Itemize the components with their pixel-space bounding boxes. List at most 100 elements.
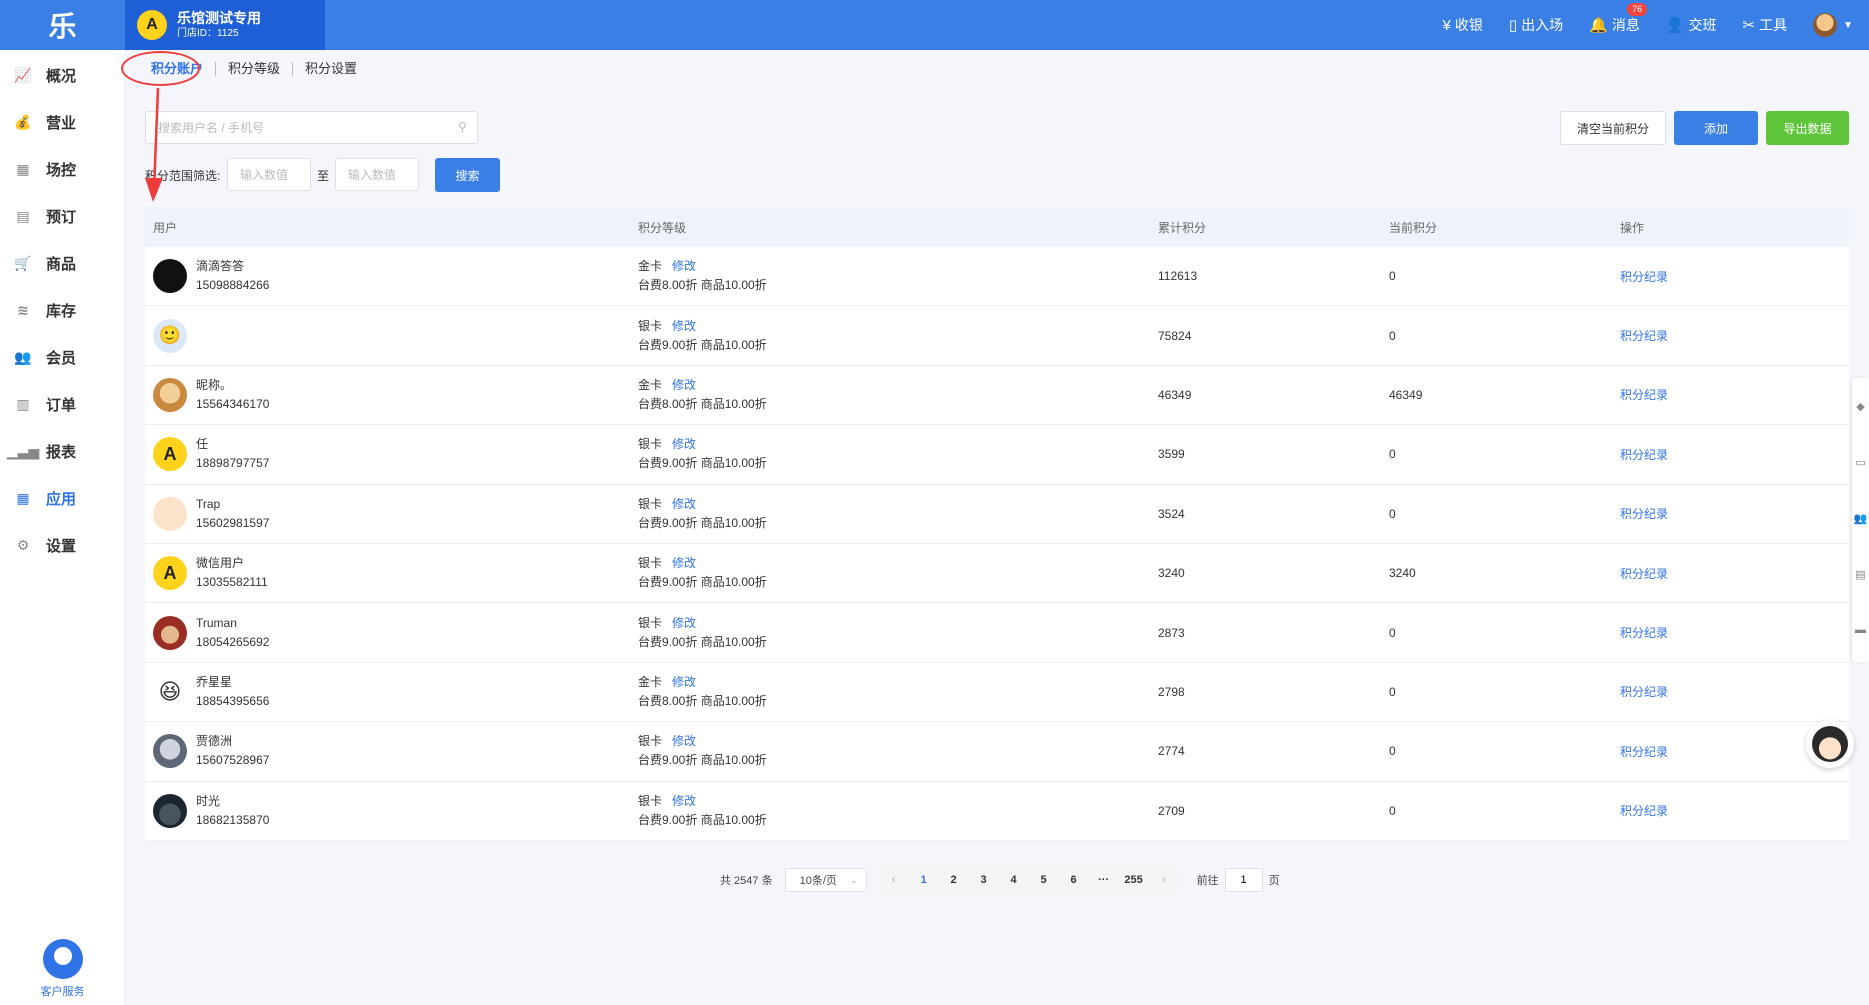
edit-level-link[interactable]: 修改	[672, 378, 696, 392]
header-total: 累计积分	[1158, 220, 1207, 235]
points-record-link[interactable]: 积分纪录	[1620, 270, 1668, 284]
messages-button[interactable]: 🔔 消息 76	[1589, 3, 1648, 35]
clear-points-button[interactable]: 清空当前积分	[1560, 111, 1666, 145]
cell-level: 金卡 修改 台费8.00折 商品10.00折	[638, 257, 1158, 295]
points-record-link[interactable]: 积分纪录	[1620, 448, 1668, 462]
tools-button[interactable]: ✂ 工具	[1743, 15, 1788, 35]
page-number[interactable]: 1	[908, 868, 939, 892]
sidebar-item-order[interactable]: ▥ 订单	[0, 381, 124, 428]
monitor-icon[interactable]: ▭	[1852, 434, 1869, 490]
members-icon: 👥	[14, 349, 32, 365]
points-record-link[interactable]: 积分纪录	[1620, 745, 1668, 759]
search-button[interactable]: 搜索	[435, 158, 500, 192]
sidebar-item-stock[interactable]: ≋ 库存	[0, 287, 124, 334]
user-menu[interactable]: ▼	[1813, 13, 1853, 37]
points-record-link[interactable]: 积分纪录	[1620, 567, 1668, 581]
cart-icon: 🛒	[14, 255, 32, 271]
sidebar-item-member[interactable]: 👥 会员	[0, 334, 124, 381]
assistant-avatar-icon	[1812, 726, 1848, 762]
cashier-button[interactable]: ¥ 收银	[1443, 15, 1483, 35]
user-name: 贾德洲	[196, 734, 233, 749]
members-icon[interactable]: 👥	[1852, 490, 1869, 546]
points-record-link[interactable]: 积分纪录	[1620, 685, 1668, 699]
table-row: 🙂 银卡 修改 台费9.00折 商品10.00折 75824 0 积分纪录	[145, 306, 1849, 366]
sidebar-item-settings[interactable]: ⚙ 设置	[0, 522, 124, 569]
points-record-link[interactable]: 积分纪录	[1620, 507, 1668, 521]
edit-level-link[interactable]: 修改	[672, 437, 696, 451]
cell-op: 积分纪录	[1620, 565, 1849, 582]
cell-total-points: 2798	[1158, 684, 1185, 699]
customer-service-label: 客户服务	[40, 986, 85, 998]
cell-user: 🙂	[145, 318, 638, 353]
range-min-input[interactable]	[227, 158, 311, 191]
edit-level-link[interactable]: 修改	[672, 675, 696, 689]
export-button[interactable]: 导出数据	[1766, 111, 1849, 145]
card-level: 银卡	[638, 437, 663, 452]
sidebar-item-business[interactable]: 💰 营业	[0, 99, 124, 146]
page-number[interactable]: 5	[1028, 868, 1059, 892]
layers-icon[interactable]: ◆	[1852, 378, 1869, 434]
points-record-link[interactable]: 积分纪录	[1620, 329, 1668, 343]
page-number[interactable]: 3	[968, 868, 999, 892]
points-record-link[interactable]: 积分纪录	[1620, 804, 1668, 818]
page-size-value: 10条/页	[799, 875, 837, 887]
cell-total-points: 2873	[1158, 625, 1185, 640]
table-row: A 微信用户 13035582111 银卡 修改 台费9.00折 商品10.00折 3240…	[145, 544, 1849, 604]
entry-exit-button[interactable]: ▯ 出入场	[1509, 15, 1563, 35]
store-switcher[interactable]: A 乐馆测试专用 门店ID：1125	[125, 0, 325, 50]
card-level: 银卡	[638, 734, 663, 749]
discount-text: 台费8.00折 商品10.00折	[638, 278, 767, 293]
shift-handover-button[interactable]: 👤 交班	[1666, 15, 1717, 35]
tab-points-account[interactable]: 积分账户	[139, 62, 215, 76]
cell-total-points: 3240	[1158, 566, 1185, 581]
store-icon[interactable]: ▤	[1852, 546, 1869, 602]
app-logo[interactable]: 乐	[0, 0, 125, 50]
sidebar-item-overview[interactable]: 📈 概况	[0, 52, 124, 99]
edit-level-link[interactable]: 修改	[672, 319, 696, 333]
page-number[interactable]: 6	[1058, 868, 1089, 892]
page-number[interactable]: 4	[998, 868, 1029, 892]
cell-level: 银卡 修改 台费9.00折 商品10.00折	[638, 792, 1158, 830]
sidebar-item-apps[interactable]: ▦ 应用	[0, 475, 124, 522]
edit-level-link[interactable]: 修改	[672, 794, 696, 808]
assistant-button[interactable]	[1806, 720, 1854, 768]
tab-points-settings[interactable]: 积分设置	[292, 62, 369, 76]
gear-icon: ⚙	[16, 537, 30, 553]
next-page-button[interactable]: ›	[1148, 868, 1179, 892]
goto-page-input[interactable]	[1224, 868, 1263, 892]
card-icon[interactable]: ▬	[1852, 602, 1869, 658]
cell-level: 金卡 修改 台费8.00折 商品10.00折	[638, 376, 1158, 414]
page-number[interactable]: 255	[1118, 868, 1149, 892]
cell-user: 昵称。 15564346170	[145, 376, 638, 414]
cell-current-points: 0	[1389, 744, 1396, 759]
sidebar-item-venue[interactable]: ▦ 场控	[0, 146, 124, 193]
edit-level-link[interactable]: 修改	[672, 734, 696, 748]
cell-current-points: 0	[1389, 269, 1396, 284]
calendar-grid-icon: ▦	[16, 161, 30, 177]
sidebar-item-report[interactable]: ▁▃▅ 报表	[0, 428, 124, 475]
edit-level-link[interactable]: 修改	[672, 259, 696, 273]
tab-points-level[interactable]: 积分等级	[215, 62, 292, 76]
sidebar-item-booking[interactable]: ▤ 预订	[0, 193, 124, 240]
search-input[interactable]	[145, 111, 478, 144]
page-size-select[interactable]: 10条/页 ⌄	[784, 868, 867, 892]
range-max-input[interactable]	[335, 158, 419, 191]
page-number[interactable]: 2	[938, 868, 969, 892]
prev-page-button[interactable]: ‹	[878, 868, 909, 892]
points-record-link[interactable]: 积分纪录	[1620, 626, 1668, 640]
avatar: 😆	[153, 674, 187, 709]
range-filter-label: 积分范围筛选:	[145, 169, 221, 183]
edit-level-link[interactable]: 修改	[672, 556, 696, 570]
edit-level-link[interactable]: 修改	[672, 616, 696, 630]
sidebar-item-goods[interactable]: 🛒 商品	[0, 240, 124, 287]
customer-service-button[interactable]: 客户服务	[0, 939, 125, 999]
edit-level-link[interactable]: 修改	[672, 497, 696, 511]
search-icon[interactable]: ⚲	[458, 120, 467, 134]
add-button[interactable]: 添加	[1674, 111, 1758, 145]
user-name: 滴滴答答	[196, 259, 245, 274]
total-count: 共 2547 条	[720, 875, 773, 887]
sidebar: 📈 概况 💰 营业 ▦ 场控 ▤ 预订 🛒 商品 ≋ 库存 👥 会员 ▥ 订单 ▁▃▅ 报表 ▦ 应用 ⚙ 设置 客户服务	[0, 50, 125, 1005]
points-record-link[interactable]: 积分纪录	[1620, 388, 1668, 402]
page-ellipsis[interactable]: ···	[1088, 868, 1119, 892]
card-level: 银卡	[638, 318, 663, 333]
